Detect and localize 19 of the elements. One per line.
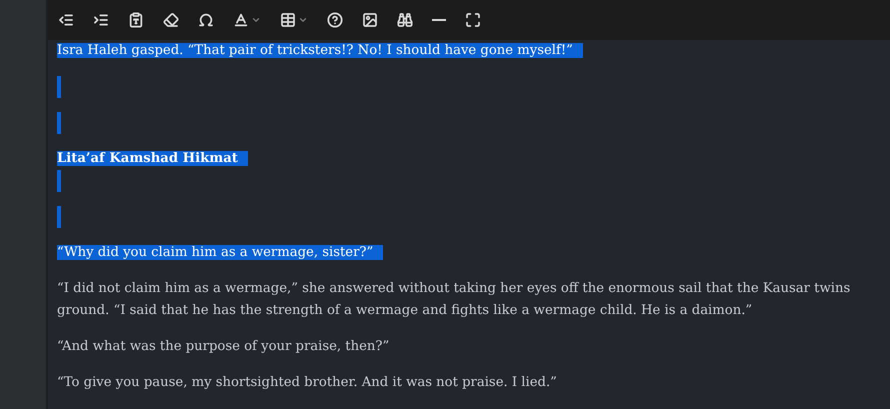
horizontal-line-icon (432, 19, 446, 21)
maximize-icon (465, 12, 481, 28)
omega-icon (198, 12, 214, 28)
text-color-icon (233, 12, 249, 28)
eraser-icon (163, 12, 179, 28)
paragraph-text: Isra Haleh gasped. “That pair of tricksters!? No! I should have gone myself!” (57, 43, 583, 58)
image-icon (362, 12, 378, 28)
indent-icon (93, 12, 109, 28)
paragraph-text: “Why did you claim him as a wermage, sister?” (57, 245, 384, 260)
help-icon (327, 12, 343, 28)
binoculars-icon (397, 12, 413, 28)
paragraph-text: “And what was the purpose of your praise, then?” (57, 339, 390, 354)
outdent-icon (58, 12, 74, 28)
table-icon (280, 12, 296, 28)
paragraph-text: “I did not claim him as a wermage,” she answered without taking her eyes off the enormous sail that the Kausar twins (57, 281, 850, 296)
paragraph-text: ground. “I said that he has the strength of a wermage and fights like a wermage child. He is a daimon.” (57, 303, 752, 318)
paragraph-text: “To give you pause, my shortsighted brother. And it was not praise. I lied.” (57, 375, 557, 390)
clipboard-icon (128, 12, 144, 28)
heading-text: Lita’af Kamshad Hikmat (57, 151, 248, 166)
